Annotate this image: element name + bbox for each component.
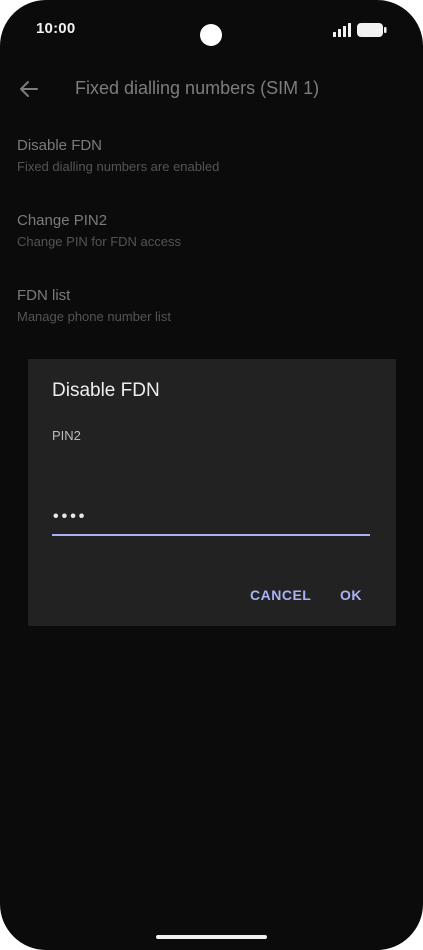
pin2-value: •••• [53,508,88,525]
pref-fdn-list[interactable]: FDN list Manage phone number list [17,286,397,325]
signal-icon [333,23,351,37]
pref-summary: Fixed dialling numbers are enabled [17,159,220,174]
pref-summary: Manage phone number list [17,309,171,324]
home-indicator[interactable] [156,935,267,939]
pref-change-pin2[interactable]: Change PIN2 Change PIN for FDN access [17,211,397,250]
ok-button[interactable]: OK [340,587,362,603]
pref-title: FDN list [17,287,71,304]
battery-icon [357,23,387,37]
status-time: 10:00 [36,20,76,37]
phone-screen: 10:00 Fixed dialling numbers (SIM 1) Dis… [0,0,423,950]
status-icons [333,23,387,37]
pin2-label: PIN2 [52,428,81,443]
arrow-back-icon[interactable] [18,78,40,100]
pref-title: Change PIN2 [17,212,108,229]
pin2-input[interactable]: •••• [52,502,370,536]
pref-summary: Change PIN for FDN access [17,234,182,249]
dialog-title: Disable FDN [52,380,160,401]
camera-cutout [200,24,222,46]
disable-fdn-dialog: Disable FDN PIN2 •••• CANCEL OK [28,359,396,626]
cancel-button[interactable]: CANCEL [250,587,311,603]
page-title: Fixed dialling numbers (SIM 1) [75,78,320,98]
pref-disable-fdn[interactable]: Disable FDN Fixed dialling numbers are e… [17,136,397,175]
pref-title: Disable FDN [17,137,103,154]
